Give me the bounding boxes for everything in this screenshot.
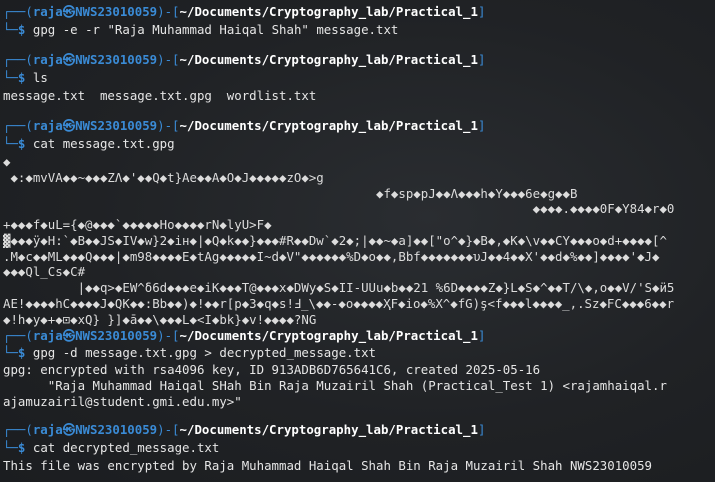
binary-output-line: ◆ [3,154,11,169]
prompt-header: ┌──(raja㉿NWS23010059)-[~/Documents/Crypt… [3,422,486,437]
command-output-line: message.txt message.txt.gpg wordlist.txt [3,88,317,103]
prompt-command-line: └─$ gpg -d message.txt.gpg > decrypted_m… [3,345,377,360]
command-text: gpg -e -r "Raja Muhammad Haiqal Shah" me… [32,22,399,37]
command-output-line: This file was encrypted by Raja Muhammad… [3,458,653,473]
command-text: gpg -d message.txt.gpg > decrypted_messa… [32,345,377,360]
command-output-line: "Raja Muhammad Haiqal SHah Bin Raja Muza… [3,378,667,393]
binary-output-line: .M◆c◆◆ML◆◆◆Q◆◆◆|◆m98◆◆◆◆E◆tAg◆◆◆◆◆I~d◆V"… [3,249,660,264]
binary-output-line: ◆:◆mvVA◆◆~◆◆◆ZΛ◆'◆◆Q◆t}Ae◆◆A◆O◆J◆◆◆◆◆zO◆… [3,170,324,185]
binary-output-line: ▓◆◆◆ÿ◆H:`◆B◆◆JS◆IV◆w}2◆iн◆|◆Q◆k◆◆}◆◆◆#R◆… [3,233,667,248]
binary-output-line: ◆◆◆Ql_Cs◆C# [3,264,86,279]
command-text: cat message.txt.gpg [32,136,175,151]
binary-output-line: |◆◆q>◆EW^δ6d◆◆◆e◆iK◆◆◆T@◆◆◆x◆DWy◆S◆II-UU… [3,280,675,295]
prompt-header: ┌──(raja㉿NWS23010059)-[~/Documents/Crypt… [3,328,486,343]
command-output-line: ajamuzairil@student.gmi.edu.my>" [3,394,242,409]
prompt-command-line: └─$ ls [3,70,48,85]
prompt-command-line: └─$ cat message.txt.gpg [3,136,175,151]
prompt-command-line: └─$ gpg -e -r "Raja Muhammad Haiqal Shah… [3,22,399,37]
prompt-command-line: └─$ cat decrypted_message.txt [3,440,220,455]
binary-output-line: ◆!h◆y◆+◆⊡◆xQ} }]◆ā◆◆\◆◆◆L◆<I◆bk}◆v!◆◆◆◆?… [3,312,317,327]
binary-output-line: AE!◆◆◆◆hC◆◆◆◆J◆QK◆◆:Bb◆◆)◆!◆◆r[p◆3◆q◆s!Ⅎ… [3,296,675,311]
binary-output-line: +◆◆◆f◆uL={◆@◆◆◆`◆◆◆◆◆Ho◆◆◆◆rN◆lyU>F◆ [3,217,272,232]
prompt-header: ┌──(raja㉿NWS23010059)-[~/Documents/Crypt… [3,52,486,67]
prompt-header: ┌──(raja㉿NWS23010059)-[~/Documents/Crypt… [3,118,486,133]
command-text: cat decrypted_message.txt [32,440,220,455]
terminal-window[interactable]: ┌──(raja㉿NWS23010059)-[~/Documents/Crypt… [0,0,715,482]
command-text: ls [32,70,48,85]
prompt-header: ┌──(raja㉿NWS23010059)-[~/Documents/Crypt… [3,4,486,19]
binary-output-line: ◆f◆sp◆pJ◆◆Λ◆◆◆h◆Y◆◆◆6e◆g◆◆B [3,186,578,201]
binary-output-line: ◆◆◆◆.◆◆◆◆0F◆Y84◆r◆0 [3,201,675,216]
command-output-line: gpg: encrypted with rsa4096 key, ID 913A… [3,362,541,377]
